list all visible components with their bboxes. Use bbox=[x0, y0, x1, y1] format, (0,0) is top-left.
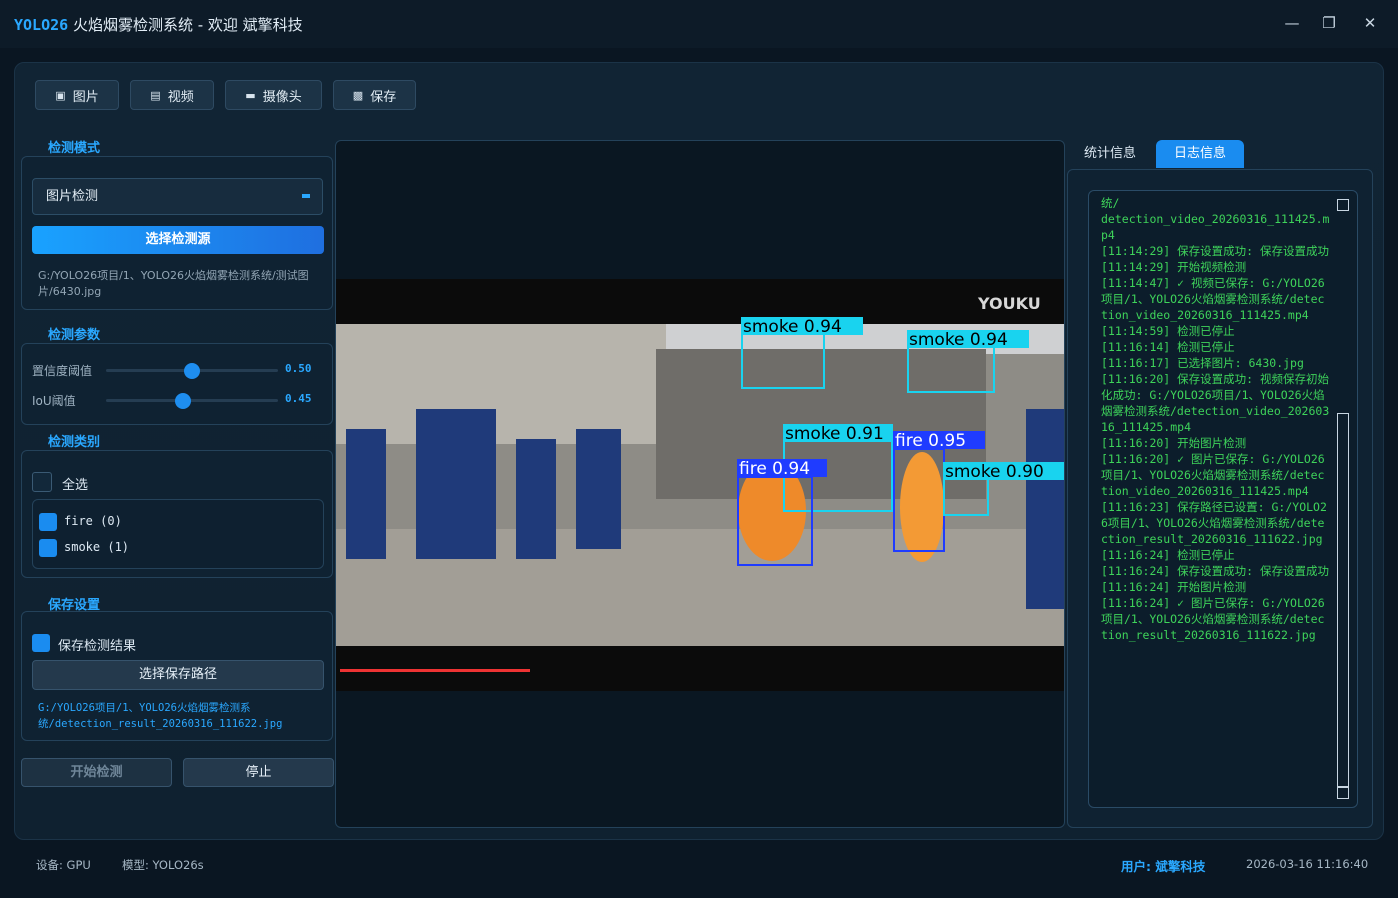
camera-icon: ▣ bbox=[55, 88, 66, 102]
save-path: G:/YOLO26项目/1、YOLO26火焰烟雾检测系统/detection_r… bbox=[38, 702, 283, 730]
save-panel: 保存检测结果 选择保存路径 G:/YOLO26项目/1、YOLO26火焰烟雾检测… bbox=[21, 611, 333, 741]
class-smoke-label: smoke (1) bbox=[64, 540, 130, 554]
close-button[interactable]: ✕ bbox=[1357, 10, 1383, 36]
title-bar: YOLO26 火焰烟雾检测系统 - 欢迎 斌擎科技 — ❐ ✕ bbox=[0, 0, 1398, 48]
model-status: 模型: YOLO26s bbox=[122, 858, 204, 872]
classes-panel: 全选 fire (0) smoke (1) bbox=[21, 450, 333, 578]
webcam-icon: ▬ bbox=[245, 88, 256, 102]
detection-image: YOUKU smoke 0.94 smoke 0.94 smoke 0.91 f… bbox=[336, 279, 1064, 691]
detection-label: fire 0.94 bbox=[739, 459, 810, 479]
select-all-checkbox[interactable] bbox=[32, 472, 52, 492]
camera-button-label: 摄像头 bbox=[262, 89, 302, 105]
save-result-checkbox[interactable] bbox=[32, 634, 50, 652]
class-fire-label: fire (0) bbox=[64, 514, 122, 528]
save-result-label: 保存检测结果 bbox=[58, 639, 137, 654]
app-title: YOLO26 火焰烟雾检测系统 - 欢迎 斌擎科技 bbox=[14, 14, 303, 35]
confidence-slider[interactable] bbox=[106, 363, 278, 379]
minimize-button[interactable]: — bbox=[1279, 10, 1305, 36]
mode-select-value: 图片检测 bbox=[46, 189, 99, 204]
scroll-down-arrow[interactable] bbox=[1337, 787, 1349, 799]
tab-stats[interactable]: 统计信息 bbox=[1071, 140, 1149, 168]
class-fire-checkbox[interactable] bbox=[39, 513, 57, 531]
confidence-slider-thumb[interactable] bbox=[184, 363, 200, 379]
status-bar: 设备: GPU 模型: YOLO26s 用户: 斌擎科技 2026-03-16 … bbox=[14, 846, 1384, 882]
app-title-brand: YOLO26 bbox=[14, 16, 69, 34]
image-button-label: 图片 bbox=[72, 89, 99, 105]
video-icon: ▤ bbox=[150, 88, 161, 102]
class-list: fire (0) smoke (1) bbox=[32, 499, 324, 569]
datetime-status: 2026-03-16 11:16:40 bbox=[1246, 857, 1369, 871]
tab-log[interactable]: 日志信息 bbox=[1156, 140, 1244, 168]
save-button[interactable]: ▩ 保存 bbox=[333, 80, 416, 110]
source-path: G:/YOLO26项目/1、YOLO26火焰烟雾检测系统/测试图片/6430.j… bbox=[38, 269, 309, 298]
detection-label: fire 0.95 bbox=[895, 431, 966, 451]
choose-save-path-button[interactable]: 选择保存路径 bbox=[32, 660, 324, 690]
maximize-button[interactable]: ❐ bbox=[1316, 10, 1342, 36]
result-display: YOUKU smoke 0.94 smoke 0.94 smoke 0.91 f… bbox=[335, 140, 1065, 828]
detection-scene: YOUKU smoke 0.94 smoke 0.94 smoke 0.91 f… bbox=[336, 279, 1064, 691]
iou-value: 0.45 bbox=[285, 392, 312, 405]
iou-slider-thumb[interactable] bbox=[175, 393, 192, 409]
iou-slider[interactable] bbox=[106, 393, 278, 409]
scroll-thumb[interactable] bbox=[1337, 413, 1349, 787]
iou-slider-row: IoU阈值 0.45 bbox=[32, 390, 332, 410]
mode-panel: 图片检测 选择检测源 G:/YOLO26项目/1、YOLO26火焰烟雾检测系统/… bbox=[21, 156, 333, 310]
start-detection-button[interactable]: 开始检测 bbox=[21, 758, 172, 787]
confidence-label: 置信度阈值 bbox=[32, 364, 93, 378]
params-panel: 置信度阈值 0.50 IoU阈值 0.45 bbox=[21, 343, 333, 425]
device-status: 设备: GPU bbox=[36, 858, 91, 872]
dropdown-caret-icon bbox=[302, 194, 310, 198]
stop-button[interactable]: 停止 bbox=[183, 758, 334, 787]
user-status: 用户: 斌擎科技 bbox=[1121, 859, 1206, 874]
confidence-slider-row: 置信度阈值 0.50 bbox=[32, 360, 332, 380]
scroll-up-arrow[interactable] bbox=[1337, 199, 1349, 211]
floppy-icon: ▩ bbox=[352, 88, 364, 102]
video-button-label: 视频 bbox=[167, 89, 194, 105]
app-title-text: 火焰烟雾检测系统 - 欢迎 斌擎科技 bbox=[72, 16, 303, 34]
log-panel: 统/ detection_video_20260316_111425.mp4 [… bbox=[1067, 169, 1373, 828]
log-scrollbar[interactable] bbox=[1337, 199, 1349, 799]
camera-button[interactable]: ▬ 摄像头 bbox=[225, 80, 322, 110]
log-view[interactable]: 统/ detection_video_20260316_111425.mp4 [… bbox=[1088, 190, 1358, 808]
image-button[interactable]: ▣ 图片 bbox=[35, 80, 119, 110]
iou-label: IoU阈值 bbox=[32, 394, 76, 408]
detection-label: smoke 0.91 bbox=[785, 424, 884, 444]
save-button-label: 保存 bbox=[370, 89, 397, 105]
confidence-value: 0.50 bbox=[285, 362, 312, 375]
classes-section-title: 检测类别 bbox=[48, 435, 101, 450]
log-text: 统/ detection_video_20260316_111425.mp4 [… bbox=[1101, 196, 1330, 642]
detection-label: smoke 0.94 bbox=[909, 330, 1008, 350]
video-button[interactable]: ▤ 视频 bbox=[130, 80, 214, 110]
youku-watermark: YOUKU bbox=[977, 294, 1041, 313]
main-container: ▣ 图片 ▤ 视频 ▬ 摄像头 ▩ 保存 检测模式 图片检测 选择检测源 G:/… bbox=[14, 62, 1384, 840]
params-section-title: 检测参数 bbox=[48, 328, 101, 343]
select-source-button[interactable]: 选择检测源 bbox=[32, 226, 324, 254]
mode-select[interactable]: 图片检测 bbox=[32, 178, 323, 215]
select-all-label: 全选 bbox=[62, 478, 89, 493]
detection-label: smoke 0.94 bbox=[743, 317, 842, 337]
detection-label: smoke 0.90 bbox=[945, 462, 1044, 482]
class-smoke-checkbox[interactable] bbox=[39, 539, 57, 557]
mode-section-title: 检测模式 bbox=[48, 141, 101, 156]
